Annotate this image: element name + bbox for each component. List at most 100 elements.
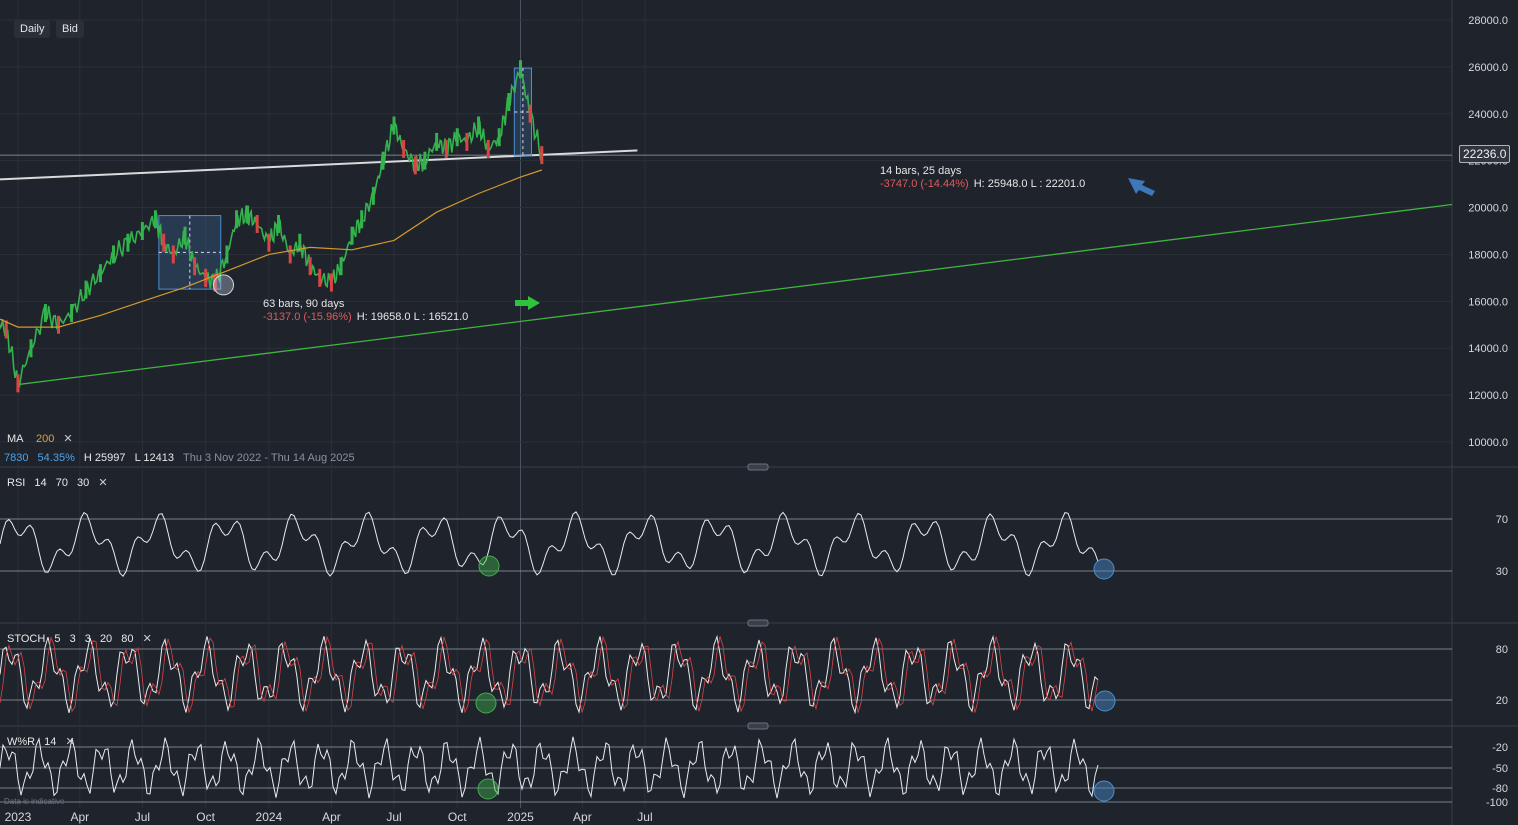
wr-tick-label: -100: [1486, 797, 1508, 809]
y-tick-label: 14000.0: [1468, 343, 1508, 355]
x-tick-label: Oct: [196, 810, 215, 824]
disclaimer: Data is indicative: [4, 797, 65, 806]
indicator-series: [0, 511, 1116, 802]
price-candle: [112, 245, 115, 264]
price-candle: [126, 233, 130, 252]
indicator-marker: [477, 778, 499, 800]
price-candle: [497, 128, 501, 147]
price-candle: [350, 226, 354, 245]
price-candle: [507, 93, 511, 112]
indicator-marker: [1094, 690, 1116, 712]
price-type-button[interactable]: Bid: [56, 20, 84, 38]
x-tick-label: 2024: [256, 810, 283, 824]
price-candle: [339, 257, 343, 276]
price-candle: [267, 233, 271, 252]
indicator-marker: [1093, 780, 1115, 802]
interval-button[interactable]: Daily: [14, 20, 51, 38]
price-candle: [246, 205, 250, 224]
stoch-close-icon[interactable]: ✕: [143, 633, 152, 645]
low-marker: [213, 274, 234, 296]
price-candle: [204, 268, 208, 287]
price-candle: [4, 320, 8, 339]
green-arrow-icon: [515, 296, 540, 310]
x-tick-label: Apr: [70, 810, 89, 824]
stoch-legend: STOCH 5 3 3 20 80 ✕: [7, 632, 152, 645]
price-candle: [371, 186, 375, 205]
measure-1-change-value: -3137.0 (-15.96%): [263, 311, 352, 323]
price-candle: [329, 273, 333, 292]
stoch-tick-label: 20: [1496, 695, 1508, 707]
wr-name: W%R: [7, 736, 36, 748]
y-tick-label: 12000.0: [1468, 390, 1508, 402]
price-candle: [255, 214, 259, 233]
price-candle: [444, 139, 448, 158]
measure-1-change: -3137.0 (-15.96%) H: 19658.0 L : 16521.0: [263, 311, 468, 323]
x-tick-label: Oct: [448, 810, 467, 824]
price-candle: [519, 60, 522, 79]
price-candle: [29, 339, 33, 358]
price-candle: [43, 304, 47, 323]
x-tick-label: Jul: [135, 810, 150, 824]
price-candle: [486, 139, 490, 158]
panel-resize-handle: [747, 722, 769, 730]
wr-legend: W%R 14 ✕: [7, 735, 75, 748]
range-dates: Thu 3 Nov 2022 - Thu 14 Aug 2025: [183, 452, 355, 464]
price-candle: [140, 222, 144, 240]
range-change-pct: 54.35%: [37, 452, 75, 464]
y-tick-label: 26000.0: [1468, 62, 1508, 74]
range-high: H 25997: [83, 452, 126, 464]
ma-period: 200: [35, 433, 55, 445]
price-candle: [392, 116, 396, 135]
wr-tick-label: -50: [1492, 763, 1508, 775]
price-candle: [16, 374, 20, 393]
y-tick-label: 16000.0: [1468, 296, 1508, 308]
indicator-marker: [478, 555, 500, 577]
price-candle: [70, 304, 74, 323]
price-candle: [381, 151, 385, 170]
price-candle: [183, 226, 187, 245]
rsi-param: 30: [77, 477, 90, 489]
stoch-param: 3: [84, 633, 91, 645]
stoch-param: 5: [54, 633, 61, 645]
price-candle: [98, 264, 102, 283]
y-tick-label: 18000.0: [1468, 249, 1508, 261]
panel-resize-handle: [747, 619, 769, 627]
rsi-param: 70: [55, 477, 68, 489]
current-price-label: 22236.0: [1459, 145, 1511, 163]
rsi-name: RSI: [7, 477, 26, 489]
price-line: [0, 69, 543, 388]
price-candle: [162, 233, 166, 252]
ma-close-icon[interactable]: ✕: [63, 433, 72, 445]
wr-param: 14: [44, 736, 57, 748]
y-tick-label: 24000.0: [1468, 109, 1508, 121]
stoch-param: 80: [121, 633, 134, 645]
price-candle: [455, 128, 459, 147]
measure-2-hl: H: 25948.0 L : 22201.0: [973, 178, 1086, 190]
price-candle: [477, 116, 481, 135]
chart-canvas[interactable]: 20222023AprJulOct2024AprJulOct2025AprJul…: [0, 0, 1518, 825]
stoch-param: 20: [99, 633, 113, 645]
x-tick-label: 2023: [5, 810, 32, 824]
stoch-line: [0, 634, 1099, 715]
wr-close-icon[interactable]: ✕: [65, 736, 74, 748]
x-tick-label: Jul: [637, 810, 652, 824]
indicator-marker: [1093, 558, 1115, 580]
panel-resize-handle: [747, 463, 769, 471]
measure-1-hl: H: 19658.0 L : 16521.0: [356, 311, 469, 323]
x-tick-label: Jul: [386, 810, 401, 824]
wr-line: [0, 736, 1099, 799]
price-candle: [308, 257, 312, 276]
price-candle: [360, 210, 364, 229]
stoch-signal-line: [0, 635, 1099, 714]
range-stats: 7830 54.35% H 25997 L 12413 Thu 3 Nov 20…: [4, 452, 355, 464]
price-candle: [318, 268, 322, 287]
range-low: L 12413: [134, 452, 174, 464]
stoch-name: STOCH: [7, 633, 46, 645]
price-candle: [528, 104, 532, 123]
price-candle: [413, 156, 417, 175]
measure-1-bars: 63 bars, 90 days: [263, 298, 345, 310]
rsi-close-icon[interactable]: ✕: [98, 477, 107, 489]
price-candle: [288, 245, 292, 264]
y-tick-label: 10000.0: [1468, 437, 1508, 449]
price-candle: [84, 280, 88, 299]
